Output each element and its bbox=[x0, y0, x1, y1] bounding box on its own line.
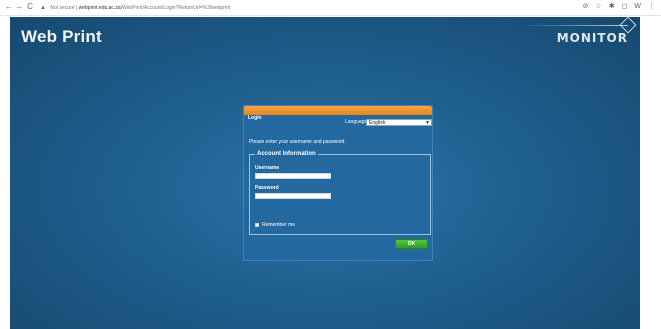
browser-toolbar: ← → C ▲ Not secure | webprint.edu.ac.za/… bbox=[0, 0, 661, 16]
profile-icon[interactable]: W bbox=[634, 2, 641, 12]
language-label: Language bbox=[345, 119, 368, 125]
app-title: Web Print bbox=[21, 27, 102, 46]
warning-icon[interactable]: ▲ bbox=[40, 5, 46, 11]
window-icon[interactable]: ◻ bbox=[622, 2, 628, 12]
login-instructions: Please enter your username and password. bbox=[249, 139, 346, 145]
menu-icon[interactable]: ⋮ bbox=[648, 2, 655, 12]
account-information-group: Account Information Username Password Re… bbox=[249, 150, 431, 235]
security-label: Not secure bbox=[50, 5, 75, 11]
url-host: webprint.edu.ac.za bbox=[78, 5, 121, 11]
brand-logo: MONITOR bbox=[556, 31, 628, 45]
login-header-label: Login bbox=[248, 115, 262, 121]
star-icon[interactable]: ☆ bbox=[595, 2, 601, 12]
url-path: /WebPrint/Account/Login?ReturnUrl=%2fweb… bbox=[120, 5, 231, 11]
reload-icon[interactable]: C bbox=[25, 2, 35, 12]
fieldset-legend: Account Information bbox=[255, 150, 318, 158]
remember-me-checkbox[interactable] bbox=[255, 223, 259, 227]
language-select[interactable]: English ▼ bbox=[366, 119, 432, 126]
brand-line bbox=[518, 25, 628, 26]
ok-button[interactable]: OK bbox=[395, 239, 428, 249]
extension-icons: ⊘ ☆ ✱ ◻ W ⋮ bbox=[583, 2, 655, 12]
address-bar[interactable]: ▲ Not secure | webprint.edu.ac.za/WebPri… bbox=[40, 3, 560, 13]
login-panel: Login Language English ▼ Please enter yo… bbox=[243, 105, 433, 261]
username-input[interactable] bbox=[255, 173, 331, 179]
login-header: Login bbox=[244, 106, 432, 121]
forward-icon[interactable]: → bbox=[14, 2, 24, 12]
web-print-page: Web Print MONITOR Login Language English… bbox=[10, 17, 640, 329]
blocked-icon[interactable]: ⊘ bbox=[583, 2, 589, 12]
password-input[interactable] bbox=[255, 193, 331, 199]
remember-me-label: Remember me bbox=[262, 222, 296, 228]
back-icon[interactable]: ← bbox=[4, 2, 14, 12]
username-label: Username bbox=[255, 165, 280, 171]
puzzle-icon[interactable]: ✱ bbox=[609, 2, 615, 12]
chevron-down-icon: ▼ bbox=[425, 120, 430, 126]
password-label: Password bbox=[255, 185, 279, 191]
language-value: English bbox=[369, 120, 386, 126]
